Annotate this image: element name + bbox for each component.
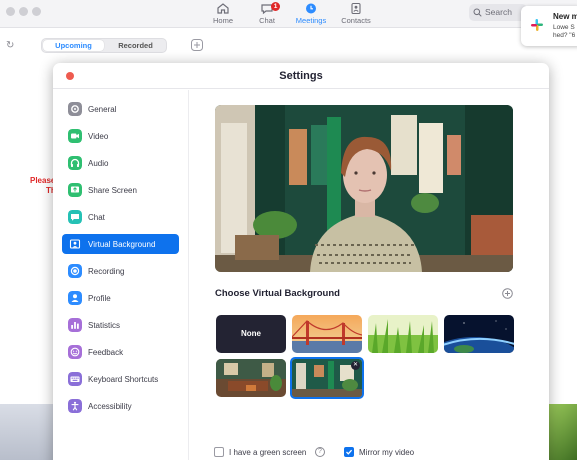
tab-upcoming[interactable]: Upcoming: [43, 40, 104, 51]
sidebar-item-chat[interactable]: Chat: [62, 207, 179, 227]
sidebar-item-label: Audio: [88, 159, 109, 168]
slack-notification[interactable]: New m Lowe S hed? "6: [521, 6, 577, 46]
settings-dialog: Settings General Video Audio Share Scree…: [53, 63, 549, 460]
sidebar-item-recording[interactable]: Recording: [62, 261, 179, 281]
sidebar-item-label: Virtual Background: [88, 240, 156, 249]
mirror-video-checkbox[interactable]: [344, 447, 354, 457]
add-meeting-icon[interactable]: [191, 39, 203, 51]
nav-chat-label: Chat: [259, 16, 275, 25]
background-video-tile: [0, 404, 54, 460]
notification-line-2: hed? "6: [553, 32, 576, 39]
contacts-icon: [351, 2, 361, 15]
sidebar-item-label: Statistics: [88, 321, 121, 330]
gear-icon: [68, 102, 82, 116]
background-video-tile: [549, 404, 577, 460]
sidebar-item-label: Chat: [88, 213, 105, 222]
slack-icon: [531, 19, 543, 31]
accessibility-icon: [68, 399, 82, 413]
video-preview: [215, 105, 513, 272]
chat-bubble-icon: [68, 210, 82, 224]
settings-header: Settings: [53, 63, 549, 89]
sidebar-item-label: General: [88, 105, 117, 114]
tab-recorded[interactable]: Recorded: [105, 40, 166, 51]
sidebar-item-statistics[interactable]: Statistics: [62, 315, 179, 335]
sidebar-item-feedback[interactable]: Feedback: [62, 342, 179, 362]
main-window-toolbar: Home Chat 1 Meetings Contacts Search: [0, 0, 577, 28]
choose-virtual-background-heading: Choose Virtual Background: [215, 288, 340, 299]
video-icon: [68, 129, 82, 143]
keyboard-icon: [68, 372, 82, 386]
nav-meetings-label: Meetings: [295, 16, 327, 25]
sidebar-item-label: Keyboard Shortcuts: [88, 375, 159, 384]
background-thumbnail-grass[interactable]: [368, 315, 438, 353]
search-placeholder: Search: [485, 7, 512, 17]
settings-sidebar: General Video Audio Share Screen Chat Vi…: [53, 90, 189, 460]
help-icon[interactable]: ?: [315, 447, 325, 457]
sidebar-item-audio[interactable]: Audio: [62, 153, 179, 173]
sidebar-item-label: Accessibility: [88, 402, 132, 411]
home-icon: [217, 3, 229, 14]
sidebar-item-label: Feedback: [88, 348, 124, 357]
sidebar-item-share-screen[interactable]: Share Screen: [62, 180, 179, 200]
sidebar-item-virtual-background[interactable]: Virtual Background: [62, 234, 179, 254]
sidebar-item-accessibility[interactable]: Accessibility: [62, 396, 179, 416]
search-icon: [473, 8, 482, 17]
clock-icon: [306, 3, 316, 14]
background-thumbnail-earth[interactable]: [444, 315, 514, 353]
window-zoom-button[interactable]: [32, 7, 41, 16]
meetings-tab-switch: Upcoming Recorded: [41, 38, 167, 53]
window-minimize-button[interactable]: [19, 7, 28, 16]
notification-title: New m: [553, 12, 577, 21]
refresh-icon[interactable]: ↻: [6, 40, 14, 51]
person-icon: [68, 291, 82, 305]
add-background-icon[interactable]: [502, 288, 513, 299]
chat-unread-badge: 1: [271, 2, 280, 11]
nav-contacts-label: Contacts: [341, 16, 371, 25]
share-screen-icon: [68, 183, 82, 197]
background-thumbnail-golden-gate[interactable]: [292, 315, 362, 353]
green-screen-checkbox[interactable]: [214, 447, 224, 457]
notification-line-1: Lowe S: [553, 24, 575, 31]
sidebar-item-label: Profile: [88, 294, 111, 303]
remove-background-icon[interactable]: ✕: [351, 361, 360, 370]
background-thumbnail-living-room[interactable]: [216, 359, 286, 397]
sidebar-item-label: Video: [88, 132, 109, 141]
headphones-icon: [68, 156, 82, 170]
checkmark-icon: [346, 449, 353, 455]
settings-title: Settings: [279, 70, 323, 82]
meetings-notice-line-1: Please: [30, 176, 56, 185]
portrait-icon: [69, 239, 81, 249]
sidebar-item-label: Share Screen: [88, 186, 137, 195]
background-thumbnail-none[interactable]: None: [216, 315, 286, 353]
green-screen-label: I have a green screen: [229, 448, 307, 457]
mirror-video-label: Mirror my video: [359, 448, 415, 457]
search-input[interactable]: Search: [469, 4, 527, 21]
sidebar-item-label: Recording: [88, 267, 125, 276]
notification-body: Lowe S hed? "6: [553, 24, 575, 40]
sidebar-item-general[interactable]: General: [62, 99, 179, 119]
sidebar-item-profile[interactable]: Profile: [62, 288, 179, 308]
nav-contacts[interactable]: Contacts: [329, 2, 383, 25]
record-icon: [68, 264, 82, 278]
sidebar-item-keyboard-shortcuts[interactable]: Keyboard Shortcuts: [62, 369, 179, 389]
window-close-button[interactable]: [6, 7, 15, 16]
sidebar-item-video[interactable]: Video: [62, 126, 179, 146]
background-thumbnail-green-room[interactable]: ✕: [290, 357, 364, 399]
smile-icon: [68, 345, 82, 359]
bar-chart-icon: [68, 318, 82, 332]
nav-home-label: Home: [212, 16, 233, 25]
